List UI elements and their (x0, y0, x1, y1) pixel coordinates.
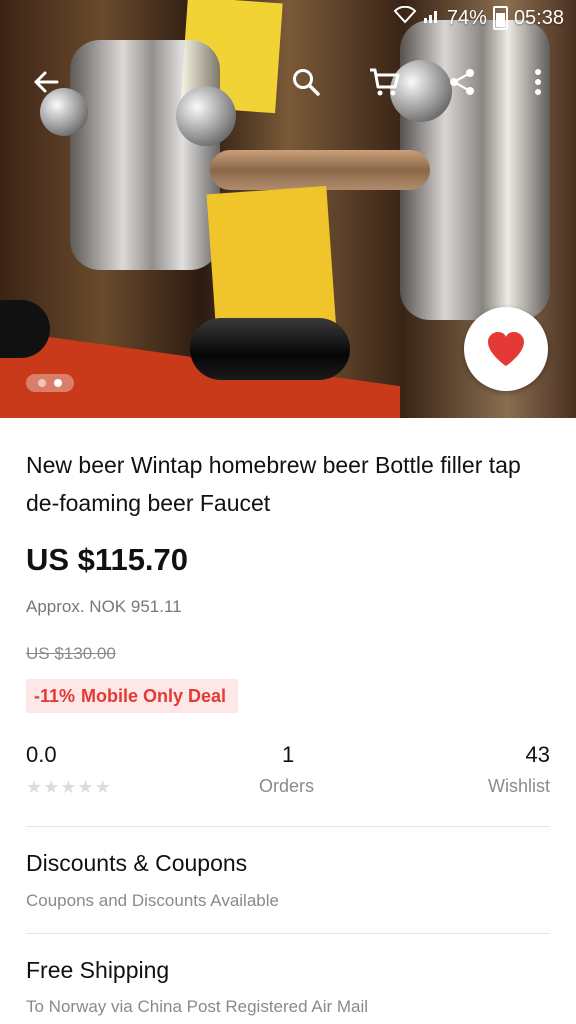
status-bar: 74% 05:38 (393, 5, 564, 30)
divider (26, 826, 550, 827)
star-icon: ★ (60, 777, 77, 797)
approx-price: Approx. NOK 951.11 (26, 597, 182, 616)
back-arrow-icon[interactable] (26, 62, 66, 102)
battery-icon (492, 6, 508, 30)
star-icon: ★ (77, 777, 94, 797)
image-tap-handle (190, 318, 350, 380)
shipping-subtitle: To Norway via China Post Registered Air … (26, 997, 369, 1016)
rating-stars[interactable]: ★ ★ ★ ★ ★ (26, 777, 111, 798)
orders-label: Orders (259, 776, 315, 796)
image-pipe (210, 150, 430, 190)
orders-count: 1 (282, 742, 295, 767)
star-icon: ★ (94, 777, 111, 797)
deal-percent: -11% (34, 685, 76, 706)
gallery-page-indicator[interactable] (26, 374, 74, 392)
product-title: New beer Wintap homebrew beer Bottle fil… (26, 452, 521, 516)
discounts-subtitle: Coupons and Discounts Available (26, 891, 279, 910)
star-icon: ★ (26, 777, 43, 797)
wifi-icon (393, 5, 417, 30)
deal-badge: -11% Mobile Only Deal (26, 679, 239, 713)
wishlist-count: 43 (525, 742, 550, 767)
battery-percent: 74% (446, 6, 487, 29)
page-dot-active (54, 379, 62, 387)
heart-icon (488, 332, 524, 366)
signal-icon (423, 6, 441, 30)
share-icon[interactable] (442, 62, 482, 102)
product-price: US $115.70 (26, 542, 189, 577)
more-vert-icon[interactable] (518, 62, 558, 102)
original-price: US $130.00 (26, 644, 116, 663)
image-knob (176, 86, 236, 146)
discounts-title: Discounts & Coupons (26, 850, 248, 876)
page-dot (38, 379, 46, 387)
image-faucet-left (70, 40, 220, 270)
cart-icon[interactable] (364, 62, 404, 102)
search-icon[interactable] (286, 62, 326, 102)
divider (26, 933, 550, 934)
deal-label: Mobile Only Deal (81, 685, 227, 706)
star-icon: ★ (43, 777, 60, 797)
favorite-button[interactable] (464, 307, 548, 391)
shipping-title: Free Shipping (26, 957, 170, 983)
clock: 05:38 (513, 6, 564, 29)
rating-value: 0.0 (26, 742, 57, 767)
wishlist-label: Wishlist (488, 776, 550, 796)
